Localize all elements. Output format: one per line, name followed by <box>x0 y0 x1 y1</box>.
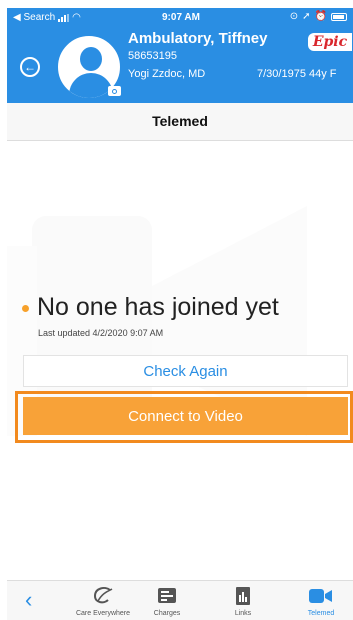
alarm-icon: ⏰ <box>314 11 327 22</box>
avatar-body-shape <box>69 73 113 98</box>
tab-charges[interactable]: Charges <box>135 585 199 617</box>
tab-label: Telemed <box>307 610 335 617</box>
lock-rotation-icon: ⊙ <box>289 11 299 22</box>
tab-telemed[interactable]: Telemed <box>289 585 353 617</box>
chevron-left-icon[interactable]: ‹ <box>25 589 32 611</box>
title-bar: Telemed <box>7 103 353 141</box>
wifi-icon: ◠ <box>72 12 81 23</box>
last-updated-text: Last updated 4/2/2020 9:07 AM <box>38 328 164 338</box>
tab-label: Links <box>234 610 252 617</box>
charges-icon <box>135 585 199 607</box>
status-dot-icon <box>22 305 29 312</box>
avatar-head-shape <box>80 47 102 71</box>
app-screen: ◀ Search ◠ 9:07 AM ⊙ ➚ ⏰ ← Ambulatory, T… <box>7 8 353 620</box>
patient-dob-age: 7/30/1975 44y F <box>257 68 337 80</box>
location-icon: ➚ <box>302 11 311 22</box>
patient-mrn: 58653195 <box>128 50 177 62</box>
battery-icon <box>331 12 347 21</box>
check-again-button[interactable]: Check Again <box>23 355 348 387</box>
provider-name: Yogi Zzdoc, MD <box>128 68 206 80</box>
epic-logo: Epic <box>308 33 352 51</box>
call-status: No one has joined yet <box>22 293 279 322</box>
page-title: Telemed <box>152 113 208 129</box>
back-button[interactable]: ← <box>20 57 40 77</box>
connect-to-video-button[interactable]: Connect to Video <box>23 397 348 435</box>
video-camera-icon <box>289 585 353 607</box>
tab-label: Charges <box>153 610 181 617</box>
bottom-tab-bar: ‹ Care Everywhere Charges Links Telemed <box>7 580 353 620</box>
arrow-left-icon: ← <box>24 60 36 74</box>
telemed-content: No one has joined yet Last updated 4/2/2… <box>7 141 353 591</box>
tab-label: Care Everywhere <box>75 610 131 617</box>
status-bar-time: 9:07 AM <box>162 12 200 23</box>
status-bar-right: ⊙ ➚ ⏰ <box>290 11 347 22</box>
tab-links[interactable]: Links <box>211 585 275 617</box>
patient-header: ◀ Search ◠ 9:07 AM ⊙ ➚ ⏰ ← Ambulatory, T… <box>7 8 353 103</box>
call-status-text: No one has joined yet <box>37 293 279 321</box>
camera-icon[interactable] <box>108 86 121 96</box>
status-bar-left: ◀ Search ◠ <box>13 12 81 23</box>
back-to-search-label[interactable]: ◀ Search <box>13 12 55 23</box>
links-icon <box>211 585 275 607</box>
status-bar: ◀ Search ◠ 9:07 AM ⊙ ➚ ⏰ <box>7 8 353 26</box>
care-everywhere-icon <box>71 585 135 607</box>
signal-icon <box>58 13 70 22</box>
patient-name: Ambulatory, Tiffney <box>128 30 268 47</box>
tab-care-everywhere[interactable]: Care Everywhere <box>71 585 135 617</box>
